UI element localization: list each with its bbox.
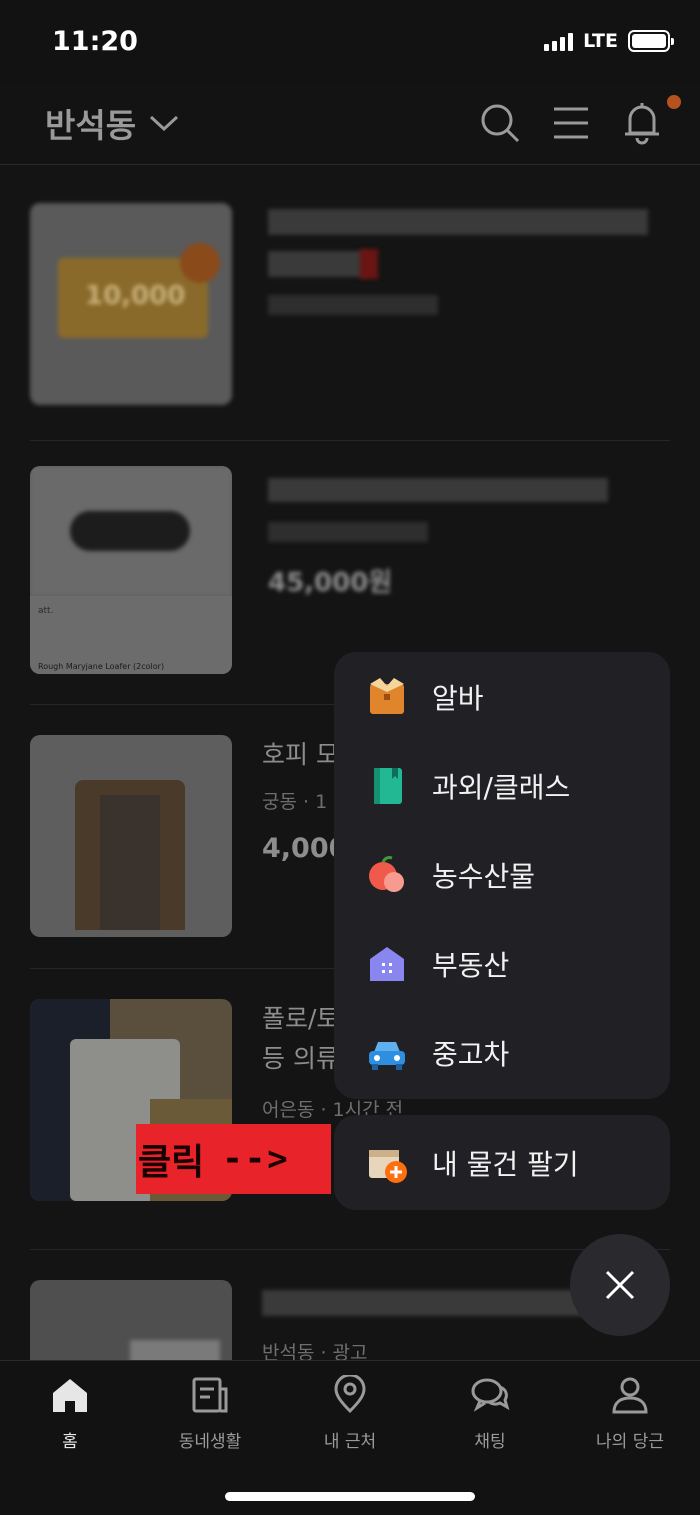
item-title: 폴로/토 — [262, 1004, 340, 1033]
annotation-arrow: --> — [222, 1139, 290, 1179]
nav-community[interactable]: 동네생활 — [150, 1375, 270, 1452]
item-meta: 궁동 · 1 — [262, 791, 328, 813]
book-icon — [374, 767, 402, 804]
blurred-title-line — [268, 209, 648, 235]
divider — [30, 1249, 670, 1250]
top-header: 반석동 — [0, 85, 700, 165]
house-icon — [370, 946, 404, 981]
menu-item-real-estate[interactable]: 부동산 — [334, 919, 670, 1008]
write-menu: 알바 과외/클래스 농수산물 부동산 중고차 — [334, 652, 670, 1099]
sell-my-item-button[interactable]: 내 물건 팔기 — [334, 1115, 670, 1210]
car-icon — [369, 1041, 405, 1070]
divider — [30, 440, 670, 441]
status-time: 11:20 — [52, 26, 138, 57]
notification-dot — [667, 95, 681, 109]
menu-item-class[interactable]: 과외/클래스 — [334, 741, 670, 830]
nav-label: 나의 당근 — [596, 1432, 664, 1452]
menu-item-label: 알바 — [432, 681, 484, 715]
menu-item-part-time-job[interactable]: 알바 — [334, 652, 670, 741]
close-fab-button[interactable] — [570, 1234, 670, 1336]
signal-icon — [544, 31, 574, 51]
nav-chat[interactable]: 채팅 — [430, 1375, 550, 1452]
community-icon — [192, 1377, 228, 1413]
blurred-title-line — [262, 1290, 592, 1316]
nav-home[interactable]: 홈 — [10, 1375, 130, 1452]
product-thumbnail — [30, 735, 232, 937]
item-price: 45,000원 — [268, 568, 393, 598]
blurred-emoji — [360, 249, 378, 279]
thumbnail-text: 10,000 — [85, 281, 186, 311]
network-label: LTE — [583, 30, 618, 52]
product-thumbnail: 10,000 — [30, 203, 232, 405]
click-annotation: 클릭 --> — [136, 1124, 331, 1194]
list-item[interactable]: att. Rough Maryjane Loafer (2color) 45,0… — [30, 466, 670, 674]
nav-label: 동네생활 — [178, 1432, 242, 1452]
item-meta: 반석동 · 광고 — [262, 1342, 368, 1360]
nav-label: 채팅 — [474, 1432, 506, 1452]
home-indicator — [225, 1492, 475, 1501]
item-title: 호피 모 — [262, 740, 339, 769]
chevron-down-icon — [150, 115, 179, 132]
menu-item-used-car[interactable]: 중고차 — [334, 1008, 670, 1097]
menu-icon[interactable] — [552, 101, 590, 145]
menu-item-label: 농수산물 — [432, 859, 536, 893]
blurred-meta — [268, 522, 428, 542]
annotation-text: 클릭 — [138, 1142, 205, 1183]
nav-my-profile[interactable]: 나의 당근 — [570, 1375, 690, 1452]
thumbnail-caption: Rough Maryjane Loafer (2color) — [38, 662, 165, 671]
part-time-job-icon — [370, 677, 404, 714]
location-label: 반석동 — [45, 106, 137, 145]
status-indicators: LTE — [544, 30, 674, 52]
nav-label: 홈 — [62, 1432, 78, 1452]
location-selector[interactable]: 반석동 — [45, 99, 180, 147]
menu-item-label: 과외/클래스 — [432, 770, 571, 804]
product-thumbnail: att. Rough Maryjane Loafer (2color) — [30, 466, 232, 674]
box-plus-icon — [369, 1150, 407, 1183]
list-item[interactable]: 10,000 — [30, 203, 670, 405]
nav-label: 내 근처 — [323, 1432, 377, 1452]
home-icon — [53, 1379, 87, 1412]
menu-item-label: 중고차 — [432, 1037, 510, 1071]
sell-label: 내 물건 팔기 — [432, 1148, 579, 1181]
apple-icon — [369, 855, 404, 892]
blurred-title-line — [268, 251, 368, 277]
menu-item-produce[interactable]: 농수산물 — [334, 830, 670, 919]
search-icon[interactable] — [478, 101, 522, 145]
blurred-title-line — [268, 478, 608, 502]
battery-icon — [628, 30, 674, 52]
chat-icon — [471, 1378, 510, 1412]
thumbnail-brand: att. — [38, 606, 54, 616]
blurred-meta — [268, 295, 438, 315]
status-bar: 11:20 LTE — [0, 0, 700, 85]
item-title-line-2: 등 의류 — [262, 1044, 339, 1073]
profile-icon — [612, 1377, 648, 1414]
nav-nearby[interactable]: 내 근처 — [290, 1375, 410, 1452]
menu-item-label: 부동산 — [432, 948, 510, 982]
bell-icon[interactable] — [622, 101, 662, 145]
close-icon — [605, 1270, 635, 1300]
product-thumbnail — [30, 1280, 232, 1360]
location-pin-icon — [334, 1375, 366, 1414]
